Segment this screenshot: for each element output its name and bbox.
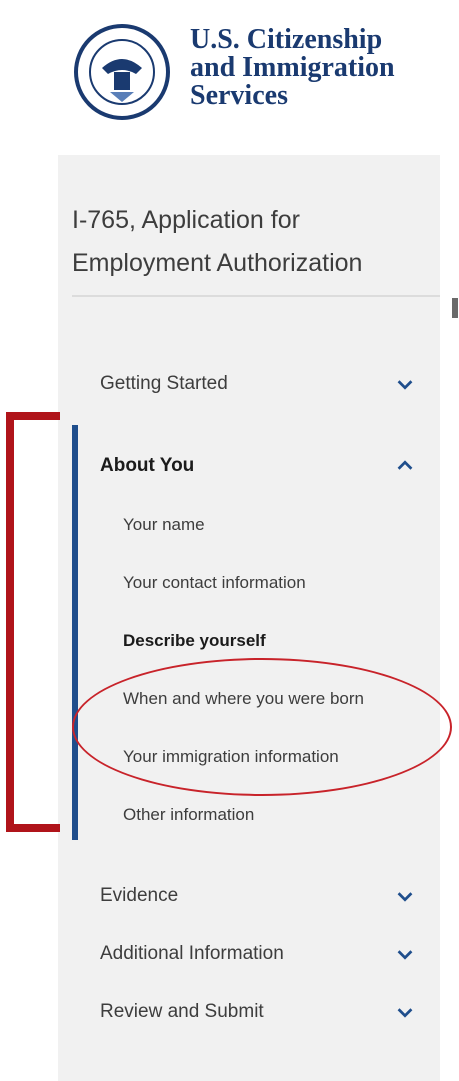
chevron-down-icon <box>397 380 413 390</box>
dhs-seal-icon <box>74 24 170 120</box>
annotation-bracket <box>6 412 60 832</box>
nav-item-contact-information[interactable]: Your contact information <box>123 572 306 594</box>
section-label: Review and Submit <box>100 1001 264 1022</box>
agency-line-3: Services <box>190 80 288 111</box>
section-review-and-submit[interactable]: Review and Submit <box>100 994 416 1030</box>
active-section-indicator <box>72 425 78 840</box>
form-title: I-765, Application for Employment Author… <box>72 206 363 277</box>
scrollbar-thumb[interactable] <box>452 298 458 318</box>
nav-item-your-name[interactable]: Your name <box>123 514 205 536</box>
site-header: U.S. Citizenship and Immigration Service… <box>72 16 452 126</box>
section-label: About You <box>100 455 195 476</box>
chevron-down-icon <box>397 1008 413 1018</box>
chevron-down-icon <box>397 892 413 902</box>
chevron-down-icon <box>397 950 413 960</box>
nav-item-other-information[interactable]: Other information <box>123 804 254 826</box>
agency-line-2: and Immigration <box>190 52 395 83</box>
agency-name[interactable]: U.S. Citizenship and Immigration Service… <box>190 26 395 110</box>
section-about-you[interactable]: About You <box>100 448 416 484</box>
section-evidence[interactable]: Evidence <box>100 878 416 914</box>
divider <box>72 295 440 297</box>
section-label: Evidence <box>100 885 179 906</box>
section-label: Getting Started <box>100 373 228 394</box>
annotation-ellipse <box>72 658 452 796</box>
section-additional-information[interactable]: Additional Information <box>100 936 416 972</box>
chevron-up-icon <box>397 460 413 470</box>
nav-item-describe-yourself[interactable]: Describe yourself <box>123 630 266 652</box>
section-getting-started[interactable]: Getting Started <box>100 366 416 402</box>
agency-line-1: U.S. Citizenship <box>190 24 383 55</box>
section-label: Additional Information <box>100 943 284 964</box>
